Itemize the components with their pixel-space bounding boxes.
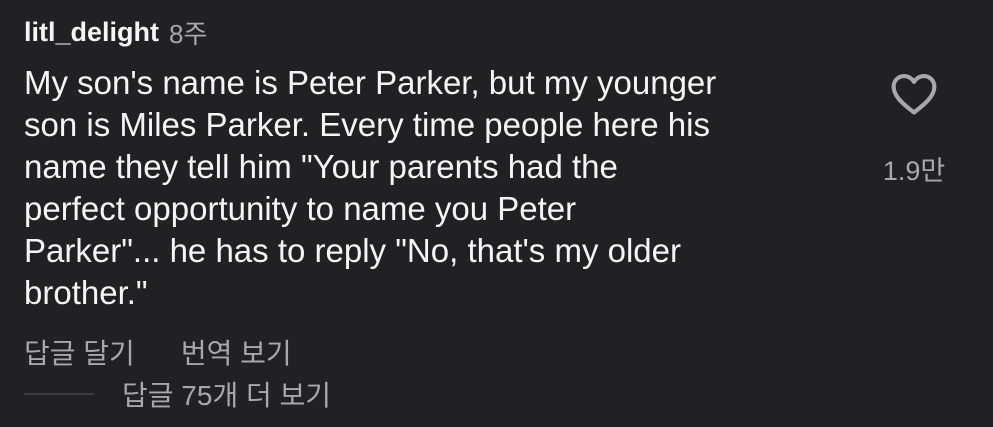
view-more-replies[interactable]: 답글 75개 더 보기 bbox=[24, 374, 331, 414]
reply-button[interactable]: 답글 달기 bbox=[24, 332, 135, 372]
replies-divider bbox=[24, 393, 94, 395]
comment-text: My son's name is Peter Parker, but my yo… bbox=[24, 64, 717, 311]
timestamp: 8주 bbox=[169, 18, 208, 49]
comment: litl_delight 8주 My son's name is Peter P… bbox=[24, 14, 969, 414]
comment-header: litl_delight 8주 bbox=[24, 14, 207, 50]
like-section: 1.9만 bbox=[859, 68, 969, 188]
like-count: 1.9만 bbox=[882, 156, 946, 186]
heart-icon[interactable] bbox=[888, 68, 940, 120]
translate-button[interactable]: 번역 보기 bbox=[181, 332, 292, 372]
comment-actions: 답글 달기 번역 보기 bbox=[24, 332, 292, 372]
username[interactable]: litl_delight bbox=[24, 17, 159, 48]
view-more-replies-label[interactable]: 답글 75개 더 보기 bbox=[122, 374, 331, 414]
